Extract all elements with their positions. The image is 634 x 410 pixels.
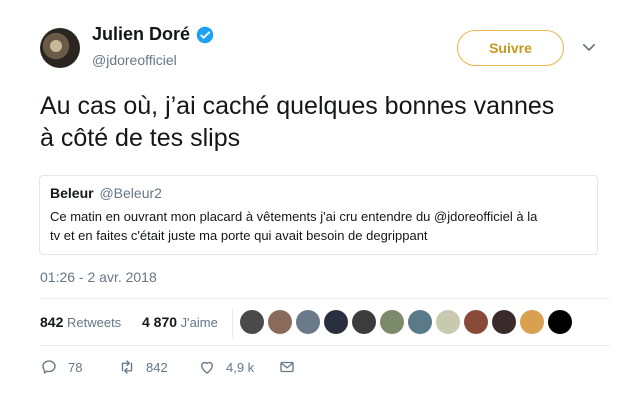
reply-button[interactable]: 78: [40, 358, 82, 376]
retweet-button[interactable]: 842: [118, 358, 168, 376]
retweet-count: 842: [146, 359, 168, 375]
retweets-label: Retweets: [66, 315, 122, 330]
liker-avatar[interactable]: [436, 310, 460, 334]
likes-stat[interactable]: 4 870 J'aime: [142, 314, 218, 330]
likes-label: J'aime: [180, 315, 218, 330]
verified-badge-icon: [196, 26, 214, 43]
heart-icon: [201, 361, 213, 374]
author-handle[interactable]: @jdoreofficiel: [92, 52, 177, 68]
quoted-author-handle: @Beleur2: [99, 185, 162, 201]
quoted-author-name: Beleur: [50, 185, 94, 201]
liker-avatar[interactable]: [464, 310, 488, 334]
liker-avatar[interactable]: [380, 310, 404, 334]
quoted-tweet-header: Beleur @Beleur2: [50, 184, 587, 202]
stats-separator: [232, 308, 233, 338]
like-count: 4,9 k: [226, 359, 255, 375]
retweets-stat[interactable]: 842 Retweets: [40, 314, 121, 330]
chevron-down-icon[interactable]: [580, 38, 598, 56]
likers-avatars: [240, 310, 576, 334]
direct-message-button[interactable]: [278, 358, 306, 376]
tweet-text: Au cas où, j’ai caché quelques bonnes va…: [40, 90, 600, 154]
liker-avatar[interactable]: [352, 310, 376, 334]
liker-avatar[interactable]: [268, 310, 292, 334]
retweet-icon: [121, 360, 133, 374]
like-button[interactable]: 4,9 k: [198, 358, 254, 376]
quoted-tweet[interactable]: Beleur @Beleur2 Ce matin en ouvrant mon …: [39, 175, 598, 255]
envelope-icon: [280, 361, 294, 373]
author-name-row: Julien Doré: [92, 24, 214, 45]
liker-avatar[interactable]: [408, 310, 432, 334]
liker-avatar[interactable]: [492, 310, 516, 334]
reply-count: 78: [68, 359, 83, 375]
tweet-actions: 78 842 4,9 k: [40, 358, 610, 382]
avatar[interactable]: [40, 28, 80, 68]
liker-avatar[interactable]: [296, 310, 320, 334]
tweet-stats: 842 Retweets 4 870 J'aime: [40, 300, 610, 345]
quoted-tweet-text: Ce matin en ouvrant mon placard à vêteme…: [50, 207, 587, 245]
tweet-text-line: Au cas où, j’ai caché quelques bonnes va…: [40, 92, 555, 120]
reply-icon: [42, 360, 56, 374]
quoted-text-line: tv et en faites c'était juste ma porte q…: [50, 228, 428, 243]
liker-avatar[interactable]: [548, 310, 572, 334]
retweets-count: 842: [40, 314, 64, 330]
tweet-timestamp[interactable]: 01:26 - 2 avr. 2018: [40, 269, 157, 285]
liker-avatar[interactable]: [240, 310, 264, 334]
likes-count: 4 870: [142, 314, 178, 330]
author-name[interactable]: Julien Doré: [92, 24, 190, 45]
follow-button[interactable]: Suivre: [457, 30, 564, 66]
liker-avatar[interactable]: [520, 310, 544, 334]
liker-avatar[interactable]: [324, 310, 348, 334]
divider: [40, 298, 610, 299]
quoted-text-line: Ce matin en ouvrant mon placard à vêteme…: [50, 209, 538, 224]
divider: [40, 345, 610, 346]
tweet-text-line: à côté de tes slips: [40, 124, 241, 152]
tweet-header: Julien Doré @jdoreofficiel Suivre: [40, 22, 610, 72]
